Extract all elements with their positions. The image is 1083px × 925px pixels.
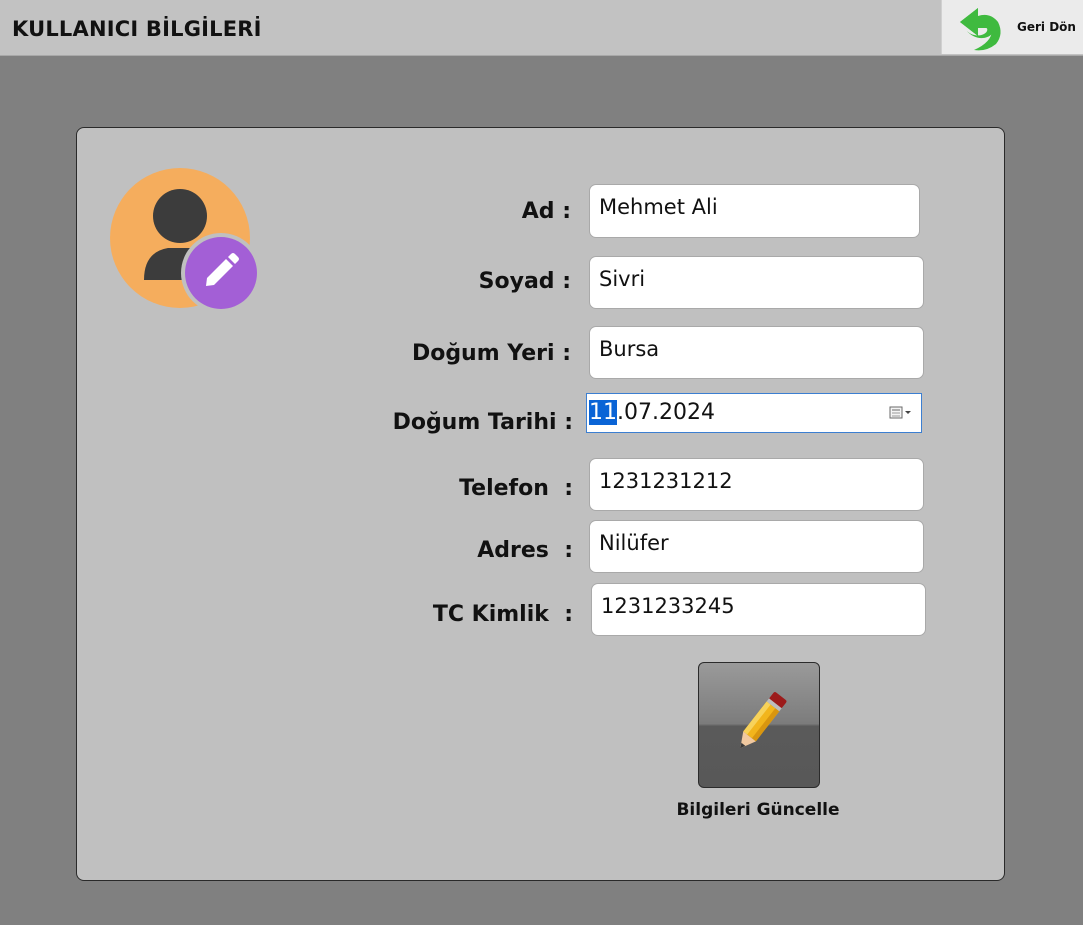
pencil-icon	[740, 692, 787, 749]
update-info-button[interactable]	[698, 662, 820, 788]
birth-place-field[interactable]: Bursa	[589, 326, 924, 379]
tc-id-field[interactable]: 1231233245	[591, 583, 926, 636]
back-button-label: Geri Dön	[1017, 20, 1076, 34]
tc-id-label: TC Kimlik :	[432, 602, 573, 627]
birth-date-day-selection: 11	[589, 400, 617, 425]
birth-date-rest: .07.2024	[617, 400, 715, 425]
first-name-label: Ad :	[521, 199, 571, 224]
pencil-edit-icon[interactable]	[180, 232, 262, 314]
back-arrow-icon	[960, 8, 1001, 51]
update-info-label: Bilgileri Güncelle	[676, 800, 840, 820]
last-name-label: Soyad :	[478, 269, 571, 294]
birth-place-label: Doğum Yeri :	[411, 341, 571, 366]
address-field[interactable]: Nilüfer	[589, 520, 924, 573]
title-bar: KULLANICI BİLGİLERİ Geri Dön	[0, 0, 1083, 56]
avatar[interactable]	[110, 168, 262, 316]
last-name-field[interactable]: Sivri	[589, 256, 924, 309]
page-title: KULLANICI BİLGİLERİ	[12, 17, 262, 41]
birth-date-label: Doğum Tarihi :	[392, 410, 573, 435]
phone-field[interactable]: 1231231212	[589, 458, 924, 511]
first-name-field[interactable]: Mehmet Ali	[589, 184, 920, 238]
birth-date-picker[interactable]: 11.07.2024	[586, 393, 922, 433]
birth-date-value[interactable]: 11.07.2024	[589, 400, 715, 425]
back-button[interactable]: Geri Dön	[941, 0, 1083, 54]
calendar-dropdown-icon[interactable]	[889, 404, 915, 422]
address-label: Adres :	[477, 538, 573, 563]
phone-label: Telefon :	[459, 476, 573, 501]
